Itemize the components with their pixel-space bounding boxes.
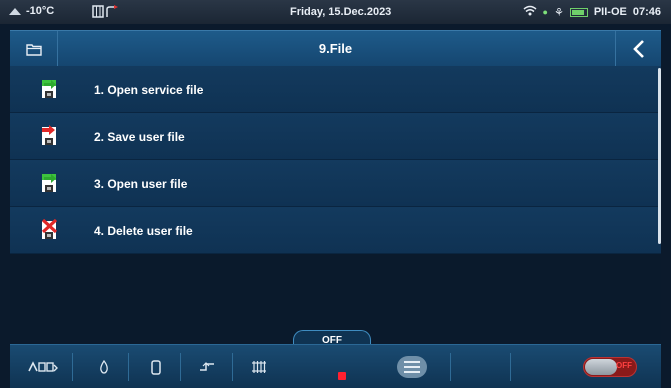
menu-item-label: 1. Open service file [94,83,204,97]
current-time: 07:46 [632,6,661,18]
power-toggle[interactable]: OFF [570,345,650,388]
heat-pump-icon [28,361,58,372]
house-icon [9,8,21,15]
pipe-button[interactable] [192,345,222,388]
stop-icon [338,372,346,380]
toolbar-separator [128,353,129,381]
toggle-knob [585,359,617,375]
grid-icon [92,5,120,21]
water-tank-icon [151,359,161,375]
menu-item-open-user-file[interactable]: 3. Open user file [10,160,661,207]
battery-icon [569,7,588,17]
toolbar-separator [450,353,451,381]
back-button[interactable] [615,31,661,67]
list-scrollbar[interactable] [658,68,661,244]
outdoor-temperature: -10°C [8,5,54,17]
delete-file-icon [42,219,58,239]
flame-icon [100,360,108,374]
menu-item-delete-user-file[interactable]: 4. Delete user file [10,207,661,254]
menu-button[interactable] [392,345,432,388]
connection-icon: ● [542,7,548,17]
pipe-icon [200,362,214,371]
toolbar-separator [510,353,511,381]
heat-pump-button[interactable] [18,345,68,388]
tank-button[interactable] [142,345,170,388]
menu-item-label: 3. Open user file [94,177,188,191]
menu-item-open-service-file[interactable]: 1. Open service file [10,66,661,113]
flame-button[interactable] [90,345,118,388]
open-file-icon [42,80,56,98]
toolbar-separator [232,353,233,381]
toolbar-separator [180,353,181,381]
network-icon: ⚘ [553,6,564,19]
power-toggle-switch[interactable]: OFF [583,357,637,377]
locale-code: PII-OE [593,6,627,18]
current-date: Friday, 15.Dec.2023 [290,6,392,18]
power-toggle-label: OFF [616,361,632,370]
open-file-icon [42,174,56,192]
bottom-toolbar: OFF [10,344,661,388]
file-menu-list: 1. Open service file 2. Save user file 3… [10,66,661,254]
save-file-icon [42,125,56,145]
status-bar: -10°C Friday, 15.Dec.2023 ● ⚘ PII-OE 07:… [0,0,671,24]
wifi-icon [523,5,537,19]
page-title: 9.File [318,41,353,56]
title-bar: 9.File [10,30,661,67]
menu-item-label: 2. Save user file [94,130,185,144]
hamburger-icon [397,356,427,378]
toolbar-separator [72,353,73,381]
content-empty-area [10,254,661,340]
temperature-value: -10°C [26,5,55,17]
menu-item-label: 4. Delete user file [94,224,193,238]
menu-item-save-user-file[interactable]: 2. Save user file [10,113,661,160]
radiator-icon [252,361,266,373]
stop-button[interactable] [328,345,356,388]
radiator-button[interactable] [244,345,274,388]
chevron-left-icon [632,40,644,58]
